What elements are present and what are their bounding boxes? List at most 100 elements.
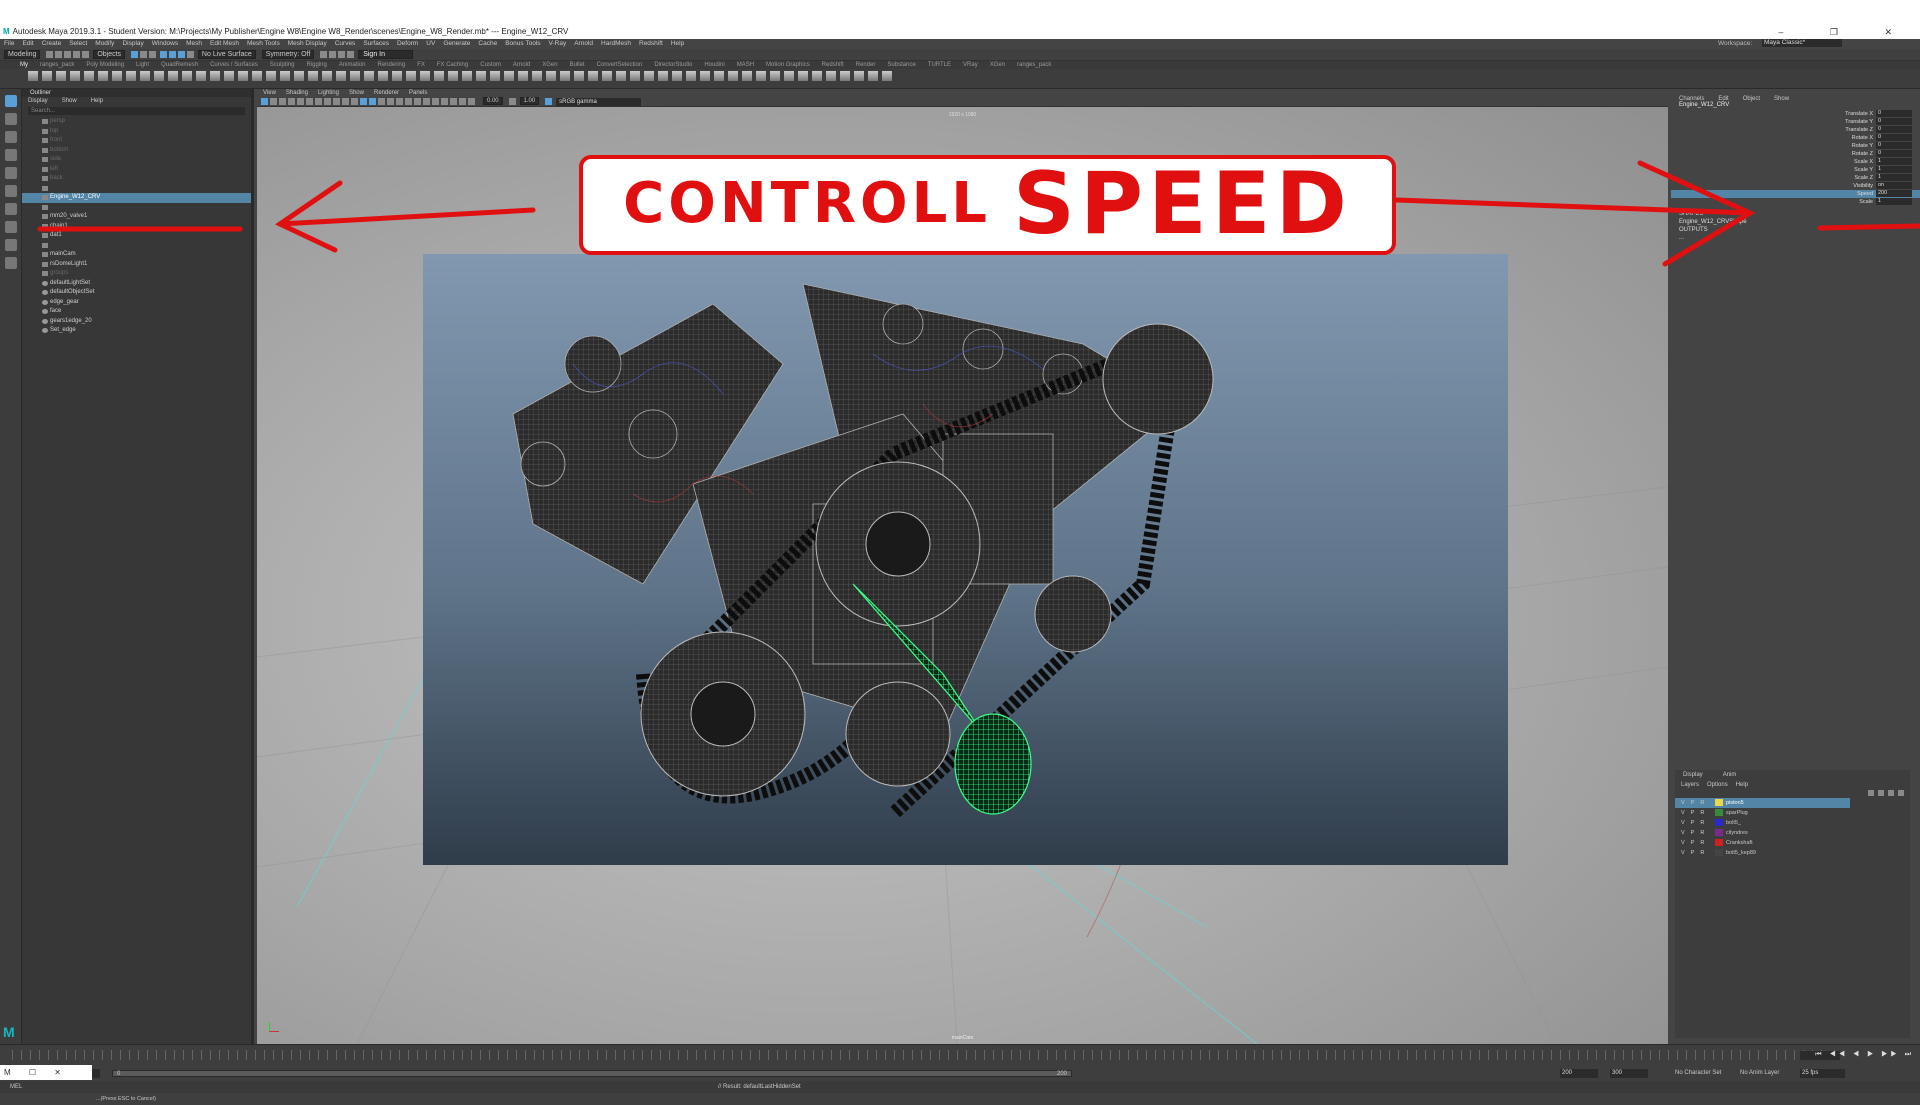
shelf-tool-icon[interactable]: [490, 71, 500, 81]
new-layer-selected-icon[interactable]: [1898, 790, 1904, 796]
outliner-menu-show[interactable]: Show: [62, 98, 77, 104]
shelf-tool-icon[interactable]: [644, 71, 654, 81]
select-object-icon[interactable]: [140, 50, 148, 58]
undo-icon[interactable]: [73, 50, 81, 58]
shelf-tool-icon[interactable]: [602, 71, 612, 81]
channel-attribute-row[interactable]: Translate X0: [1671, 110, 1920, 118]
shelf-tool-icon[interactable]: [462, 71, 472, 81]
outliner-item[interactable]: Engine_W12_CRV: [22, 193, 251, 203]
shelf-tool-icon[interactable]: [784, 71, 794, 81]
menu-mesh-tools[interactable]: Mesh Tools: [247, 40, 280, 47]
shelf-tool-icon[interactable]: [280, 71, 290, 81]
anim-layer-dropdown[interactable]: No Anim Layer: [1740, 1066, 1779, 1081]
outliner-item[interactable]: [22, 203, 251, 213]
channel-attribute-value[interactable]: on: [1876, 182, 1912, 189]
gate-mask-icon[interactable]: [324, 98, 331, 105]
shelf-tool-icon[interactable]: [70, 71, 80, 81]
film-gate-icon[interactable]: [306, 98, 313, 105]
menu-file[interactable]: File: [4, 40, 14, 47]
shelf-tab-redshift[interactable]: Redshift: [822, 62, 844, 68]
shelf-tool-icon[interactable]: [140, 71, 150, 81]
viewport-menu-renderer[interactable]: Renderer: [374, 90, 399, 96]
menu-help[interactable]: Help: [671, 40, 684, 47]
shelf-tool-icon[interactable]: [56, 71, 66, 81]
channel-attribute-value[interactable]: 0: [1876, 142, 1912, 149]
range-end-field[interactable]: 200: [1560, 1069, 1598, 1078]
shelf-tool-icon[interactable]: [868, 71, 878, 81]
menu-cache[interactable]: Cache: [478, 40, 497, 47]
outliner-item[interactable]: edge_gear: [22, 298, 251, 308]
xray-icon[interactable]: [459, 98, 466, 105]
outliner-menu-help[interactable]: Help: [91, 98, 103, 104]
channel-attribute-value[interactable]: 1: [1876, 158, 1912, 165]
outliner-item[interactable]: left: [22, 165, 251, 175]
shelf-tab-directorstudio[interactable]: DirectorStudio: [654, 62, 692, 68]
shelf-tool-icon[interactable]: [84, 71, 94, 81]
paint-select-tool-icon[interactable]: [5, 131, 17, 143]
menu-windows[interactable]: Windows: [152, 40, 178, 47]
render-view-icon[interactable]: [320, 50, 328, 58]
default-material-icon[interactable]: [378, 98, 385, 105]
menu-arnold[interactable]: Arnold: [574, 40, 593, 47]
shelf-tool-icon[interactable]: [742, 71, 752, 81]
menu-mesh-display[interactable]: Mesh Display: [288, 40, 327, 47]
layer-visibility-toggles[interactable]: VPR: [1681, 808, 1715, 818]
menu-deform[interactable]: Deform: [397, 40, 418, 47]
camera-select-icon[interactable]: [261, 98, 268, 105]
selection-mode-dropdown[interactable]: Objects: [93, 49, 126, 59]
exposure-field[interactable]: 0.00: [482, 97, 503, 105]
isolate-select-icon[interactable]: [450, 98, 457, 105]
textured-icon[interactable]: [387, 98, 394, 105]
snap-grid-icon[interactable]: [159, 50, 167, 58]
shelf-tool-icon[interactable]: [686, 71, 696, 81]
shelf-tool-icon[interactable]: [434, 71, 444, 81]
ipr-render-icon[interactable]: [338, 50, 346, 58]
side-by-side-layout-icon[interactable]: [5, 239, 17, 251]
shelf-tool-icon[interactable]: [210, 71, 220, 81]
shelf-tab-my[interactable]: My: [20, 62, 28, 68]
menu-bonus-tools[interactable]: Bonus Tools: [505, 40, 540, 47]
shelf-tab-xgen[interactable]: XGen: [542, 62, 557, 68]
shelf-tool-icon[interactable]: [798, 71, 808, 81]
menu-v-ray[interactable]: V-Ray: [549, 40, 567, 47]
shelf-tool-icon[interactable]: [560, 71, 570, 81]
outliner-item[interactable]: bottom: [22, 146, 251, 156]
use-lights-icon[interactable]: [396, 98, 403, 105]
shelf-tool-icon[interactable]: [882, 71, 892, 81]
outliner-item[interactable]: chain1: [22, 222, 251, 232]
display-layer-row[interactable]: VPR Crankshaft: [1675, 838, 1910, 848]
shelf-tab-vray[interactable]: VRay: [963, 62, 978, 68]
channel-attribute-value[interactable]: 0: [1876, 110, 1912, 117]
outliner-item[interactable]: top: [22, 127, 251, 137]
shelf-tool-icon[interactable]: [266, 71, 276, 81]
shelf-tool-icon[interactable]: [238, 71, 248, 81]
shelf-tool-icon[interactable]: [574, 71, 584, 81]
shelf-tab-substance[interactable]: Substance: [887, 62, 915, 68]
safe-title-icon[interactable]: [351, 98, 358, 105]
layer-editor-menu-layers[interactable]: Layers: [1681, 782, 1699, 788]
display-layer-row[interactable]: VPR cilyndres: [1675, 828, 1910, 838]
shelf-tool-icon[interactable]: [42, 71, 52, 81]
camera-attributes-icon[interactable]: [270, 98, 277, 105]
lasso-tool-icon[interactable]: [5, 113, 17, 125]
channel-box-menu-show[interactable]: Show: [1774, 96, 1789, 102]
menu-surfaces[interactable]: Surfaces: [363, 40, 389, 47]
layer-editor-menu-help[interactable]: Help: [1736, 782, 1748, 788]
select-hierarchy-icon[interactable]: [131, 50, 139, 58]
channel-attribute-row[interactable]: Scale X1: [1671, 158, 1920, 166]
symmetry-dropdown[interactable]: Symmetry: Off: [261, 49, 315, 59]
shelf-tool-icon[interactable]: [98, 71, 108, 81]
redo-icon[interactable]: [82, 50, 90, 58]
shelf-tab-curves-surfaces[interactable]: Curves / Surfaces: [210, 62, 258, 68]
xray-joints-icon[interactable]: [468, 98, 475, 105]
render-settings-icon[interactable]: [347, 50, 355, 58]
shelf-tool-icon[interactable]: [532, 71, 542, 81]
outliner-item[interactable]: front: [22, 136, 251, 146]
channel-attribute-row[interactable]: Translate Z0: [1671, 126, 1920, 134]
menu-hardmesh[interactable]: HardMesh: [601, 40, 631, 47]
shelf-tool-icon[interactable]: [616, 71, 626, 81]
layer-color-swatch[interactable]: [1715, 799, 1723, 807]
range-bar[interactable]: 0 200: [112, 1070, 1072, 1077]
sign-in-button[interactable]: Sign In: [358, 49, 414, 59]
character-set-dropdown[interactable]: No Character Set: [1675, 1066, 1721, 1081]
